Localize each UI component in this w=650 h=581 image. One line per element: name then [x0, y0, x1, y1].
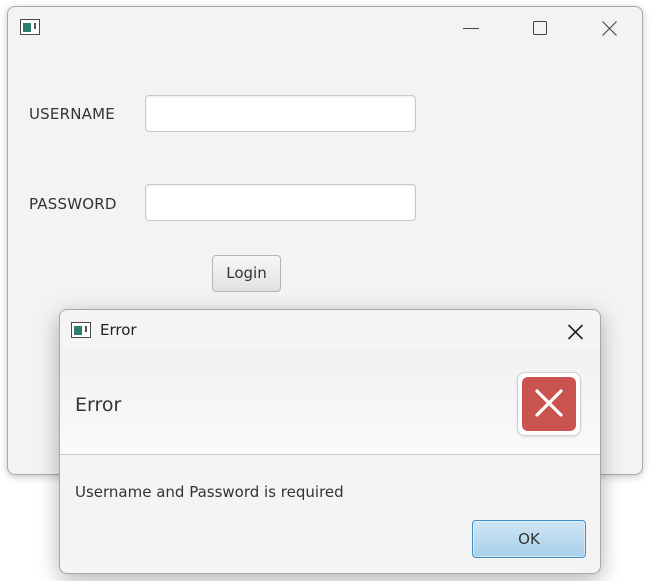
close-icon	[567, 324, 584, 340]
password-label: PASSWORD	[29, 195, 117, 213]
password-input[interactable]	[145, 184, 416, 221]
dialog-close-button[interactable]	[559, 318, 593, 346]
minimize-icon	[463, 28, 479, 29]
login-button[interactable]: Login	[212, 255, 281, 292]
dialog-title: Error	[100, 321, 137, 339]
app-window-icon	[20, 19, 40, 35]
error-x-icon	[517, 372, 581, 436]
error-dialog: Error Error Username and Password is req…	[59, 309, 601, 574]
ok-button[interactable]: OK	[472, 520, 586, 558]
maximize-icon	[533, 21, 547, 35]
dialog-header: Error	[60, 350, 600, 455]
close-icon	[602, 21, 617, 36]
app-window-icon	[71, 322, 91, 338]
username-input[interactable]	[145, 95, 416, 132]
dialog-message: Username and Password is required	[75, 483, 344, 501]
username-label: USERNAME	[29, 105, 115, 123]
dialog-heading: Error	[75, 394, 122, 416]
maximize-button[interactable]	[516, 13, 562, 43]
minimize-button[interactable]	[447, 13, 493, 43]
window-close-button[interactable]	[586, 13, 632, 43]
